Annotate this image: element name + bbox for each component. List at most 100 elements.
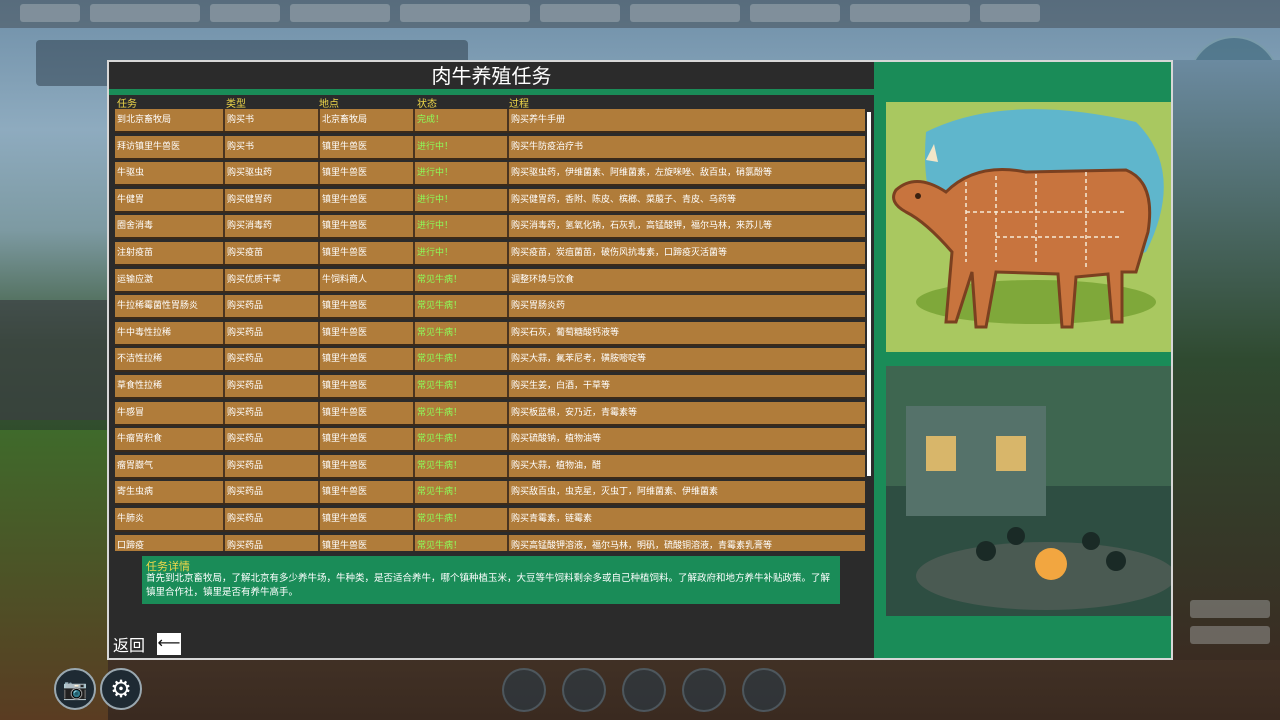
task-cell-location: 牛饲料商人 xyxy=(318,268,413,291)
task-row[interactable]: 圈舍消毒 购买消毒药 镇里牛兽医 进行中！ 购买消毒药，氢氧化钠，石灰乳，高锰酸钾，福尔… xyxy=(115,215,865,240)
hud-side-button[interactable] xyxy=(1190,600,1270,618)
task-row[interactable]: 不洁性拉稀 购买药品 镇里牛兽医 常见牛病！ 购买大蒜，氟苯尼考，磺胺嘧啶等 xyxy=(115,348,865,373)
dock-button[interactable] xyxy=(562,668,606,712)
task-row[interactable]: 拜访镇里牛兽医 购买书 镇里牛兽医 进行中！ 购买牛防疫治疗书 xyxy=(115,135,865,160)
task-cell-status: 进行中！ xyxy=(413,215,507,238)
back-label[interactable]: 返回 xyxy=(113,632,145,656)
task-cell-task: 瘤胃臌气 xyxy=(117,460,154,471)
task-cell-location: 镇里牛兽医 xyxy=(318,454,413,477)
task-cell-location: 镇里牛兽医 xyxy=(318,401,413,424)
task-row[interactable]: 牛健胃 购买健胃药 镇里牛兽医 进行中！ 购买健胃药，香附、陈皮、槟榔、菜菔子、青皮、乌… xyxy=(115,188,865,213)
task-row[interactable]: 牛拉稀霉菌性胃肠炎 购买药品 镇里牛兽医 常见牛病！ 购买胃肠炎药 xyxy=(115,295,865,320)
task-cell-process: 购买青霉素，链霉素 xyxy=(507,508,865,530)
task-row[interactable]: 运输应激 购买优质干草 牛饲料商人 常见牛病！ 调整环境与饮食 xyxy=(115,268,865,293)
task-row[interactable]: 牛瘤胃积食 购买药品 镇里牛兽医 常见牛病！ 购买硫酸钠，植物油等 xyxy=(115,428,865,453)
task-cell-type: 购买健胃药 xyxy=(223,188,318,211)
background-house xyxy=(0,300,108,420)
task-panel: 肉牛养殖任务 任务 类型 地点 状态 过程 到北京畜牧局 购买书 北京畜牧局 完成！购… xyxy=(107,60,1173,660)
task-cell-task: 牛中毒性拉稀 xyxy=(117,327,172,338)
gear-icon[interactable]: ⚙ xyxy=(100,668,142,710)
background-trees xyxy=(1172,60,1280,660)
dock-button[interactable] xyxy=(622,668,666,712)
hud-side-button[interactable] xyxy=(1190,626,1270,644)
task-cell-process: 购买大蒜，植物油，醋 xyxy=(507,454,865,477)
column-header-location: 地点 xyxy=(319,99,339,110)
dock-button[interactable] xyxy=(502,668,546,712)
task-cell-process: 购买疫苗，炭疽菌苗，破伤风抗毒素，口蹄疫灭活菌等 xyxy=(507,242,865,264)
task-row[interactable]: 牛肺炎 购买药品 镇里牛兽医 常见牛病！ 购买青霉素，链霉素 xyxy=(115,508,865,532)
task-cell-type: 购买书 xyxy=(223,109,318,131)
task-cell-process: 购买消毒药，氢氧化钠，石灰乳，高锰酸钾，福尔马林，来苏儿等 xyxy=(507,215,865,238)
patio-photo xyxy=(886,366,1171,616)
task-cell-status: 进行中！ xyxy=(413,188,507,211)
task-cell-status: 常见牛病！ xyxy=(413,348,507,371)
task-row[interactable]: 牛驱虫 购买驱虫药 镇里牛兽医 进行中！ 购买驱虫药，伊维菌素、阿维菌素，左旋咪唑、敌百… xyxy=(115,162,865,187)
task-cell-location: 镇里牛兽医 xyxy=(318,428,413,451)
task-cell-task: 牛驱虫 xyxy=(117,168,145,179)
task-cell-type: 购买药品 xyxy=(223,401,318,424)
task-cell-type: 购买疫苗 xyxy=(223,242,318,264)
task-cell-process: 购买高锰酸钾溶液，福尔马林，明矾，硫酸铜溶液，青霉素乳膏等 xyxy=(507,534,865,551)
task-cell-location: 镇里牛兽医 xyxy=(318,135,413,158)
task-cell-status: 常见牛病！ xyxy=(413,295,507,318)
task-cell-task: 口蹄疫 xyxy=(117,540,145,551)
task-cell-status: 常见牛病！ xyxy=(413,534,507,551)
dock-button[interactable] xyxy=(682,668,726,712)
table-header: 任务 类型 地点 状态 过程 xyxy=(109,95,874,110)
task-cell-type: 购买药品 xyxy=(223,348,318,371)
task-cell-task: 寄生虫病 xyxy=(117,487,154,498)
task-cell-type: 购买药品 xyxy=(223,454,318,477)
task-cell-type: 购买药品 xyxy=(223,295,318,318)
task-cell-task: 到北京畜牧局 xyxy=(117,115,172,125)
column-header-task: 任务 xyxy=(117,99,137,110)
task-row[interactable]: 草食性拉稀 购买药品 镇里牛兽医 常见牛病！ 购买生姜，白酒，干草等 xyxy=(115,375,865,399)
task-cell-process: 调整环境与饮食 xyxy=(507,268,865,291)
task-row[interactable]: 注射疫苗 购买疫苗 镇里牛兽医 进行中！ 购买疫苗，炭疽菌苗，破伤风抗毒素，口蹄疫灭活菌… xyxy=(115,242,865,266)
task-cell-type: 购买优质干草 xyxy=(223,268,318,291)
task-cell-process: 购买胃肠炎药 xyxy=(507,295,865,318)
task-cell-task: 运输应激 xyxy=(117,274,154,285)
task-cell-type: 购买消毒药 xyxy=(223,215,318,238)
task-cell-location: 镇里牛兽医 xyxy=(318,481,413,504)
top-hud-bar xyxy=(0,0,1280,28)
task-cell-status: 进行中！ xyxy=(413,242,507,264)
column-header-status: 状态 xyxy=(417,99,437,110)
task-list-scrollbar[interactable] xyxy=(867,112,871,476)
task-cell-task: 草食性拉稀 xyxy=(117,381,163,391)
task-cell-task: 牛肺炎 xyxy=(117,514,145,524)
task-row[interactable]: 牛感冒 购买药品 镇里牛兽医 常见牛病！ 购买板蓝根，安乃近，青霉素等 xyxy=(115,401,865,426)
task-cell-location: 镇里牛兽医 xyxy=(318,321,413,344)
task-cell-type: 购买驱虫药 xyxy=(223,162,318,185)
task-cell-process: 购买健胃药，香附、陈皮、槟榔、菜菔子、青皮、乌药等 xyxy=(507,188,865,211)
panel-title: 肉牛养殖任务 xyxy=(109,62,874,90)
task-cell-task: 牛健胃 xyxy=(117,194,145,205)
task-row[interactable]: 牛中毒性拉稀 购买药品 镇里牛兽医 常见牛病！ 购买石灰，葡萄糖酸钙液等 xyxy=(115,321,865,346)
task-cell-type: 购买药品 xyxy=(223,481,318,504)
task-cell-process: 购买硫酸钠，植物油等 xyxy=(507,428,865,451)
task-row[interactable]: 瘤胃臌气 购买药品 镇里牛兽医 常见牛病！ 购买大蒜，植物油，醋 xyxy=(115,454,865,479)
task-cell-process: 购买养牛手册 xyxy=(507,109,865,131)
task-cell-status: 进行中！ xyxy=(413,135,507,158)
task-row[interactable]: 寄生虫病 购买药品 镇里牛兽医 常见牛病！ 购买敌百虫，虫克星，灭虫丁，阿维菌素、伊维菌… xyxy=(115,481,865,506)
task-cell-status: 进行中！ xyxy=(413,162,507,185)
task-cell-type: 购买药品 xyxy=(223,428,318,451)
task-cell-location: 镇里牛兽医 xyxy=(318,162,413,185)
task-cell-status: 常见牛病！ xyxy=(413,454,507,477)
task-detail-text: 首先到北京畜牧局，了解北京有多少养牛场，牛种类，是否适合养牛，哪个镇种植玉米，大… xyxy=(146,573,831,598)
task-cell-type: 购买书 xyxy=(223,135,318,158)
task-cell-status: 常见牛病！ xyxy=(413,401,507,424)
task-row[interactable]: 口蹄疫 购买药品 镇里牛兽医 常见牛病！ 购买高锰酸钾溶液，福尔马林，明矾，硫酸铜溶液，… xyxy=(115,534,865,551)
task-row[interactable]: 到北京畜牧局 购买书 北京畜牧局 完成！ 购买养牛手册 xyxy=(115,109,865,133)
task-cell-process: 购买大蒜，氟苯尼考，磺胺嘧啶等 xyxy=(507,348,865,371)
column-header-process: 过程 xyxy=(509,99,529,110)
column-header-type: 类型 xyxy=(226,99,246,110)
dock-button[interactable] xyxy=(742,668,786,712)
task-cell-status: 常见牛病！ xyxy=(413,268,507,291)
task-cell-status: 常见牛病！ xyxy=(413,508,507,530)
arrow-left-icon[interactable]: ⟵ xyxy=(157,633,181,655)
task-cell-task: 拜访镇里牛兽医 xyxy=(117,141,181,152)
task-cell-type: 购买药品 xyxy=(223,534,318,551)
task-list[interactable]: 到北京畜牧局 购买书 北京畜牧局 完成！ 购买养牛手册 拜访镇里牛兽医 购买书 镇里牛兽医 进行… xyxy=(115,109,867,551)
task-cell-status: 常见牛病！ xyxy=(413,321,507,344)
camera-icon[interactable]: 📷 xyxy=(54,668,96,710)
